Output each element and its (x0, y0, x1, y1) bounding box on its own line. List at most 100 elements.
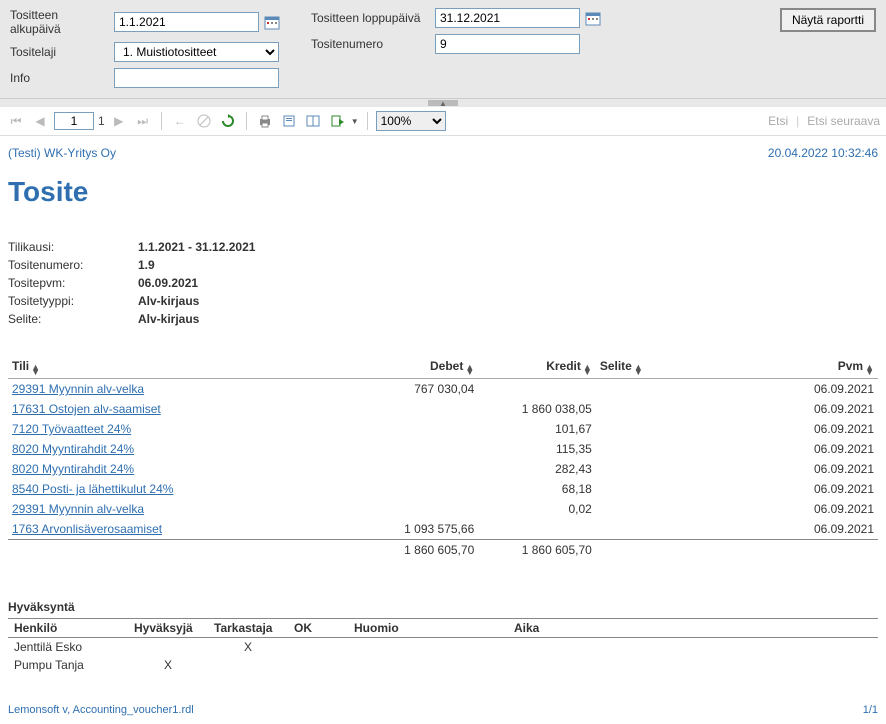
col-kredit[interactable]: Kredit▲▼ (478, 356, 596, 379)
sort-icon: ▲▼ (865, 365, 874, 375)
meta-label: Tositenumero: (8, 256, 138, 274)
cell-debet (361, 479, 479, 499)
cell-debet (361, 419, 479, 439)
report-toolbar: ⏮ ◀ 1 ▶ ⏭ ← ▼ 100% Etsi | Etsi seuraava (0, 107, 886, 136)
cell-kredit: 68,18 (478, 479, 596, 499)
cell-account[interactable]: 8540 Posti- ja lähettikulut 24% (8, 479, 361, 499)
cell-account[interactable]: 29391 Myynnin alv-velka (8, 379, 361, 400)
calendar-icon[interactable] (263, 13, 281, 31)
footer-page: 1/1 (863, 704, 878, 716)
page-total: 1 (98, 114, 105, 128)
print-icon[interactable] (255, 111, 275, 131)
page-current-input[interactable] (54, 112, 94, 130)
cell-pvm: 06.09.2021 (784, 519, 878, 540)
report-timestamp: 20.04.2022 10:32:46 (768, 146, 878, 160)
cell-account[interactable]: 1763 Arvonlisäverosaamiset (8, 519, 361, 540)
cell-selite (596, 519, 784, 540)
meta-value: 06.09.2021 (138, 274, 255, 292)
app-huomio (348, 638, 508, 657)
next-page-icon[interactable]: ▶ (109, 111, 129, 131)
approval-row: Pumpu TanjaX (8, 656, 878, 674)
search-label: Etsi (768, 114, 788, 128)
appcol-huomio: Huomio (348, 619, 508, 638)
print-layout-icon[interactable] (279, 111, 299, 131)
filter-info-input[interactable] (114, 68, 279, 88)
col-selite[interactable]: Selite▲▼ (596, 356, 784, 379)
cell-kredit: 1 860 038,05 (478, 399, 596, 419)
table-row: 1763 Arvonlisäverosaamiset1 093 575,66 06… (8, 519, 878, 540)
filter-type-label: Tositelaji (10, 45, 110, 59)
app-henkilo: Jenttilä Esko (8, 638, 128, 657)
cell-selite (596, 479, 784, 499)
cell-debet: 1 093 575,66 (361, 519, 479, 540)
table-row: 7120 Työvaatteet 24%101,6706.09.2021 (8, 419, 878, 439)
sort-icon: ▲▼ (634, 365, 643, 375)
cell-pvm: 06.09.2021 (784, 459, 878, 479)
appcol-hyvaksyja: Hyväksyjä (128, 619, 208, 638)
filter-start-input[interactable] (114, 12, 259, 32)
table-row: 29391 Myynnin alv-velka 0,02 06.09.2021 (8, 499, 878, 519)
cell-selite (596, 399, 784, 419)
report-footer: Lemonsoft v, Accounting_voucher1.rdl 1/1 (0, 704, 886, 724)
export-dropdown-icon[interactable]: ▼ (351, 117, 359, 126)
col-tili[interactable]: Tili▲▼ (8, 356, 361, 379)
meta-label: Tositetyyppi: (8, 292, 138, 310)
calendar-icon[interactable] (584, 9, 602, 27)
cell-debet (361, 499, 479, 519)
meta-value: 1.1.2021 - 31.12.2021 (138, 238, 255, 256)
panel-collapse-toggle[interactable]: ▲ (0, 99, 886, 107)
table-row: 29391 Myynnin alv-velka767 030,0406.09.2… (8, 379, 878, 400)
totals-row: 1 860 605,70 1 860 605,70 (8, 540, 878, 561)
col-pvm[interactable]: Pvm▲▼ (784, 356, 878, 379)
meta-label: Tilikausi: (8, 238, 138, 256)
report-title: Tosite (8, 176, 878, 208)
back-icon[interactable]: ← (170, 111, 190, 131)
cell-pvm: 06.09.2021 (784, 439, 878, 459)
filter-number-label: Tositenumero (311, 37, 431, 51)
cell-selite (596, 439, 784, 459)
cell-account[interactable]: 7120 Työvaatteet 24% (8, 419, 361, 439)
sort-icon: ▲▼ (465, 365, 474, 375)
filter-info-label: Info (10, 71, 110, 85)
total-kredit: 1 860 605,70 (478, 540, 596, 561)
sort-icon: ▲▼ (31, 365, 40, 375)
filter-type-select[interactable]: 1. Muistiotositteet (114, 42, 279, 62)
run-report-button[interactable]: Näytä raportti (780, 8, 876, 32)
cell-kredit: 282,43 (478, 459, 596, 479)
app-aika (508, 638, 878, 657)
cell-debet (361, 459, 479, 479)
first-page-icon[interactable]: ⏮ (6, 111, 26, 131)
prev-page-icon[interactable]: ◀ (30, 111, 50, 131)
filter-number-input[interactable] (435, 34, 580, 54)
meta-label: Tositepvm: (8, 274, 138, 292)
app-aika (508, 656, 878, 674)
cell-account[interactable]: 17631 Ostojen alv-saamiset (8, 399, 361, 419)
meta-value: 1.9 (138, 256, 255, 274)
last-page-icon[interactable]: ⏭ (133, 111, 153, 131)
filter-end-input[interactable] (435, 8, 580, 28)
meta-value: Alv-kirjaus (138, 292, 255, 310)
table-row: 8020 Myyntirahdit 24% 282,43 06.09.2021 (8, 459, 878, 479)
cell-kredit: 0,02 (478, 499, 596, 519)
filter-start-label: Tositteen alkupäivä (10, 8, 110, 36)
col-debet[interactable]: Debet▲▼ (361, 356, 479, 379)
page-setup-icon[interactable] (303, 111, 323, 131)
export-icon[interactable] (327, 111, 347, 131)
appcol-aika: Aika (508, 619, 878, 638)
cell-pvm: 06.09.2021 (784, 499, 878, 519)
cell-pvm: 06.09.2021 (784, 379, 878, 400)
cell-account[interactable]: 29391 Myynnin alv-velka (8, 499, 361, 519)
app-ok (288, 638, 348, 657)
total-debet: 1 860 605,70 (361, 540, 479, 561)
cell-account[interactable]: 8020 Myyntirahdit 24% (8, 439, 361, 459)
cell-account[interactable]: 8020 Myyntirahdit 24% (8, 459, 361, 479)
refresh-icon[interactable] (218, 111, 238, 131)
sort-icon: ▲▼ (583, 365, 592, 375)
app-huomio (348, 656, 508, 674)
stop-icon[interactable] (194, 111, 214, 131)
app-henkilo: Pumpu Tanja (8, 656, 128, 674)
meta-label: Selite: (8, 310, 138, 328)
table-row: 17631 Ostojen alv-saamiset1 860 038,0506… (8, 399, 878, 419)
zoom-select[interactable]: 100% (376, 111, 446, 131)
search-next-label[interactable]: Etsi seuraava (807, 114, 880, 128)
